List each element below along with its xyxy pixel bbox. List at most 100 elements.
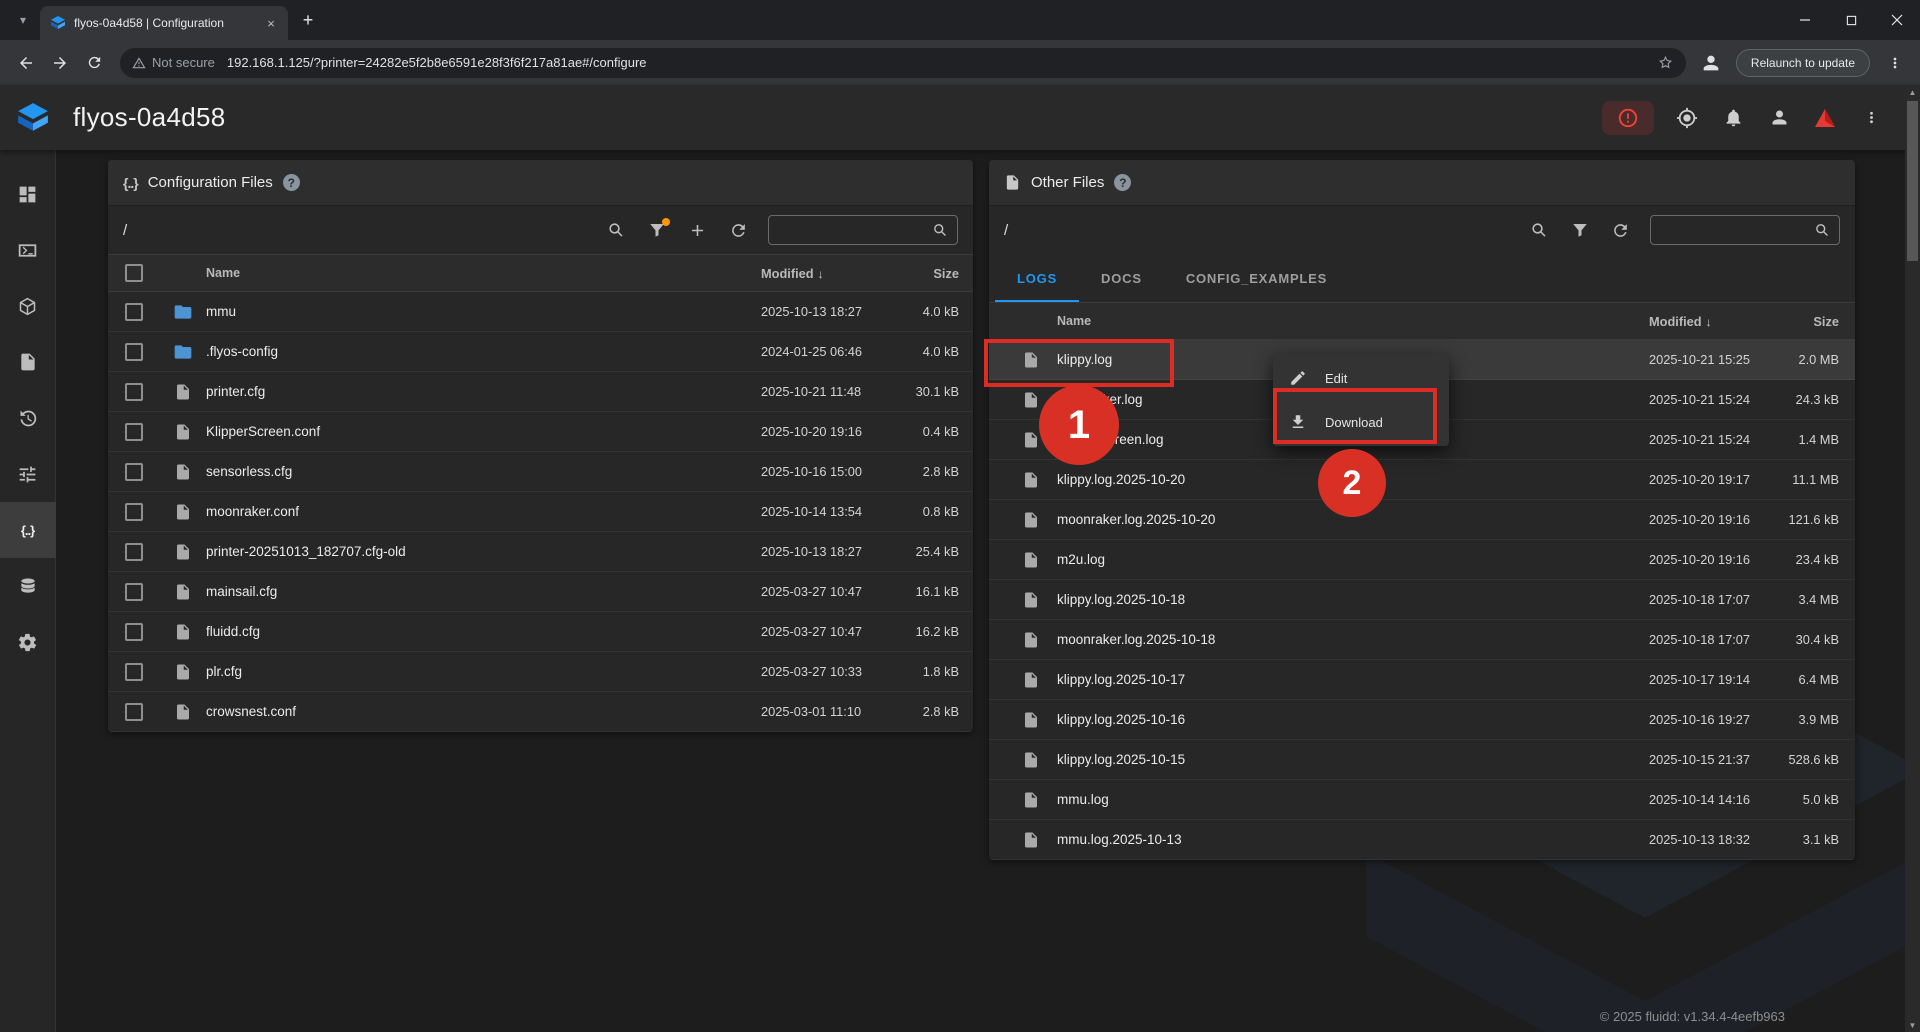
reload-button[interactable]	[78, 47, 110, 79]
maximize-button[interactable]	[1828, 0, 1874, 40]
table-row[interactable]: moonraker.log.2025-10-20 2025-10-20 19:1…	[989, 500, 1855, 540]
table-row[interactable]: sensorless.cfg 2025-10-16 15:00 2.8 kB	[108, 452, 973, 492]
row-checkbox[interactable]	[125, 663, 143, 681]
row-checkbox[interactable]	[125, 343, 143, 361]
browser-tab[interactable]: flyos-0a4d58 | Configuration ×	[40, 6, 288, 40]
column-size[interactable]: Size	[1769, 314, 1839, 329]
search-icon	[932, 222, 949, 239]
file-icon	[1022, 791, 1040, 809]
table-row[interactable]: fluidd.cfg 2025-03-27 10:47 16.2 kB	[108, 612, 973, 652]
file-modified: 2025-03-27 10:47	[761, 624, 883, 639]
back-button[interactable]	[10, 47, 42, 79]
file-size: 1.4 MB	[1769, 432, 1839, 447]
search-icon[interactable]	[1530, 221, 1549, 240]
sidebar-item-system[interactable]	[0, 558, 56, 614]
table-row[interactable]: printer.cfg 2025-10-21 11:48 30.1 kB	[108, 372, 973, 412]
table-row[interactable]: moonraker.conf 2025-10-14 13:54 0.8 kB	[108, 492, 973, 532]
file-tab[interactable]: CONFIG_EXAMPLES	[1164, 254, 1349, 302]
column-size[interactable]: Size	[883, 266, 959, 281]
select-all-checkbox[interactable]	[125, 264, 143, 282]
column-modified[interactable]: Modified↓	[1649, 314, 1769, 329]
page-content: {..} Configuration Files ? /	[56, 150, 1905, 1032]
file-tab[interactable]: DOCS	[1079, 254, 1164, 302]
table-row[interactable]: m2u.log 2025-10-20 19:16 23.4 kB	[989, 540, 1855, 580]
table-row[interactable]: mmu.log.2025-10-13 2025-10-13 18:32 3.1 …	[989, 820, 1855, 860]
file-tab[interactable]: LOGS	[995, 254, 1079, 302]
table-row[interactable]: klippy.log.2025-10-18 2025-10-18 17:07 3…	[989, 580, 1855, 620]
not-secure-indicator[interactable]: Not secure	[132, 55, 215, 70]
sidebar-item-tune[interactable]	[0, 446, 56, 502]
row-checkbox[interactable]	[125, 503, 143, 521]
column-name[interactable]: Name	[206, 266, 761, 280]
row-checkbox[interactable]	[125, 423, 143, 441]
row-checkbox[interactable]	[125, 543, 143, 561]
scroll-up-icon[interactable]: ▲	[1905, 85, 1920, 99]
refresh-icon[interactable]	[729, 221, 748, 240]
table-row[interactable]: mmu.log 2025-10-14 14:16 5.0 kB	[989, 780, 1855, 820]
profile-icon[interactable]	[1696, 48, 1726, 78]
scrollbar-thumb[interactable]	[1907, 101, 1918, 261]
table-row[interactable]: klippy.log.2025-10-15 2025-10-15 21:37 5…	[989, 740, 1855, 780]
file-modified: 2025-10-20 19:16	[761, 424, 883, 439]
filter-icon[interactable]	[1571, 221, 1589, 239]
table-row[interactable]: plr.cfg 2025-03-27 10:33 1.8 kB	[108, 652, 973, 692]
new-tab-button[interactable]: +	[294, 6, 322, 34]
add-file-icon[interactable]	[688, 221, 707, 240]
tab-search-button[interactable]: ▾	[8, 5, 38, 35]
sidebar-item-jobs[interactable]	[0, 334, 56, 390]
table-row[interactable]: mmu 2025-10-13 18:27 4.0 kB	[108, 292, 973, 332]
close-window-button[interactable]	[1874, 0, 1920, 40]
other-search-box[interactable]	[1650, 215, 1840, 245]
column-name[interactable]: Name	[1057, 314, 1649, 328]
scroll-down-icon[interactable]: ▼	[1905, 1018, 1920, 1032]
file-size: 3.9 MB	[1769, 712, 1839, 727]
refresh-icon[interactable]	[1611, 221, 1630, 240]
table-row[interactable]: .flyos-config 2024-01-25 06:46 4.0 kB	[108, 332, 973, 372]
table-row[interactable]: klippy.log.2025-10-17 2025-10-17 19:14 6…	[989, 660, 1855, 700]
other-search-input[interactable]	[1659, 223, 1814, 238]
relaunch-to-update-button[interactable]: Relaunch to update	[1736, 49, 1870, 77]
config-table-header: Name Modified↓ Size	[108, 254, 973, 292]
table-row[interactable]: klippy.log.2025-10-16 2025-10-16 19:27 3…	[989, 700, 1855, 740]
alert-brand-icon[interactable]	[1812, 105, 1838, 131]
row-checkbox[interactable]	[125, 583, 143, 601]
tab-close-icon[interactable]: ×	[262, 14, 280, 32]
sidebar-item-settings[interactable]	[0, 614, 56, 670]
minimize-button[interactable]	[1782, 0, 1828, 40]
sidebar-item-configuration[interactable]: {..}	[0, 502, 56, 558]
notifications-bell-icon[interactable]	[1720, 105, 1746, 131]
row-checkbox[interactable]	[125, 383, 143, 401]
sidebar-item-history[interactable]	[0, 390, 56, 446]
row-checkbox[interactable]	[125, 623, 143, 641]
table-row[interactable]: mainsail.cfg 2025-03-27 10:47 16.1 kB	[108, 572, 973, 612]
config-search-input[interactable]	[777, 223, 932, 238]
sidebar-item-gcode-preview[interactable]	[0, 278, 56, 334]
file-name: klippy.log.2025-10-16	[1057, 712, 1649, 727]
host-power-icon[interactable]	[1674, 105, 1700, 131]
sidebar-item-console[interactable]	[0, 222, 56, 278]
column-modified[interactable]: Modified↓	[761, 266, 883, 281]
app-menu-kebab-icon[interactable]	[1858, 105, 1884, 131]
user-account-icon[interactable]	[1766, 105, 1792, 131]
table-row[interactable]: KlipperScreen.conf 2025-10-20 19:16 0.4 …	[108, 412, 973, 452]
emergency-stop-button[interactable]	[1602, 101, 1654, 135]
address-bar[interactable]: Not secure 192.168.1.125/?printer=24282e…	[120, 48, 1686, 78]
help-icon[interactable]: ?	[1114, 174, 1131, 191]
table-row[interactable]: moonraker.log.2025-10-18 2025-10-18 17:0…	[989, 620, 1855, 660]
row-checkbox[interactable]	[125, 703, 143, 721]
browser-menu-button[interactable]	[1880, 48, 1910, 78]
table-row[interactable]: crowsnest.conf 2025-03-01 11:10 2.8 kB	[108, 692, 973, 732]
filter-icon[interactable]	[648, 221, 666, 239]
table-row[interactable]: klippy.log.2025-10-20 2025-10-20 19:17 1…	[989, 460, 1855, 500]
sidebar-item-dashboard[interactable]	[0, 166, 56, 222]
row-checkbox[interactable]	[125, 303, 143, 321]
file-modified: 2025-10-20 19:16	[1649, 552, 1769, 567]
bookmark-star-icon[interactable]	[1657, 54, 1674, 71]
row-checkbox[interactable]	[125, 463, 143, 481]
forward-button[interactable]	[44, 47, 76, 79]
help-icon[interactable]: ?	[283, 174, 300, 191]
page-scrollbar[interactable]: ▲ ▼	[1905, 85, 1920, 1032]
config-search-box[interactable]	[768, 215, 958, 245]
search-icon[interactable]	[607, 221, 626, 240]
table-row[interactable]: printer-20251013_182707.cfg-old 2025-10-…	[108, 532, 973, 572]
